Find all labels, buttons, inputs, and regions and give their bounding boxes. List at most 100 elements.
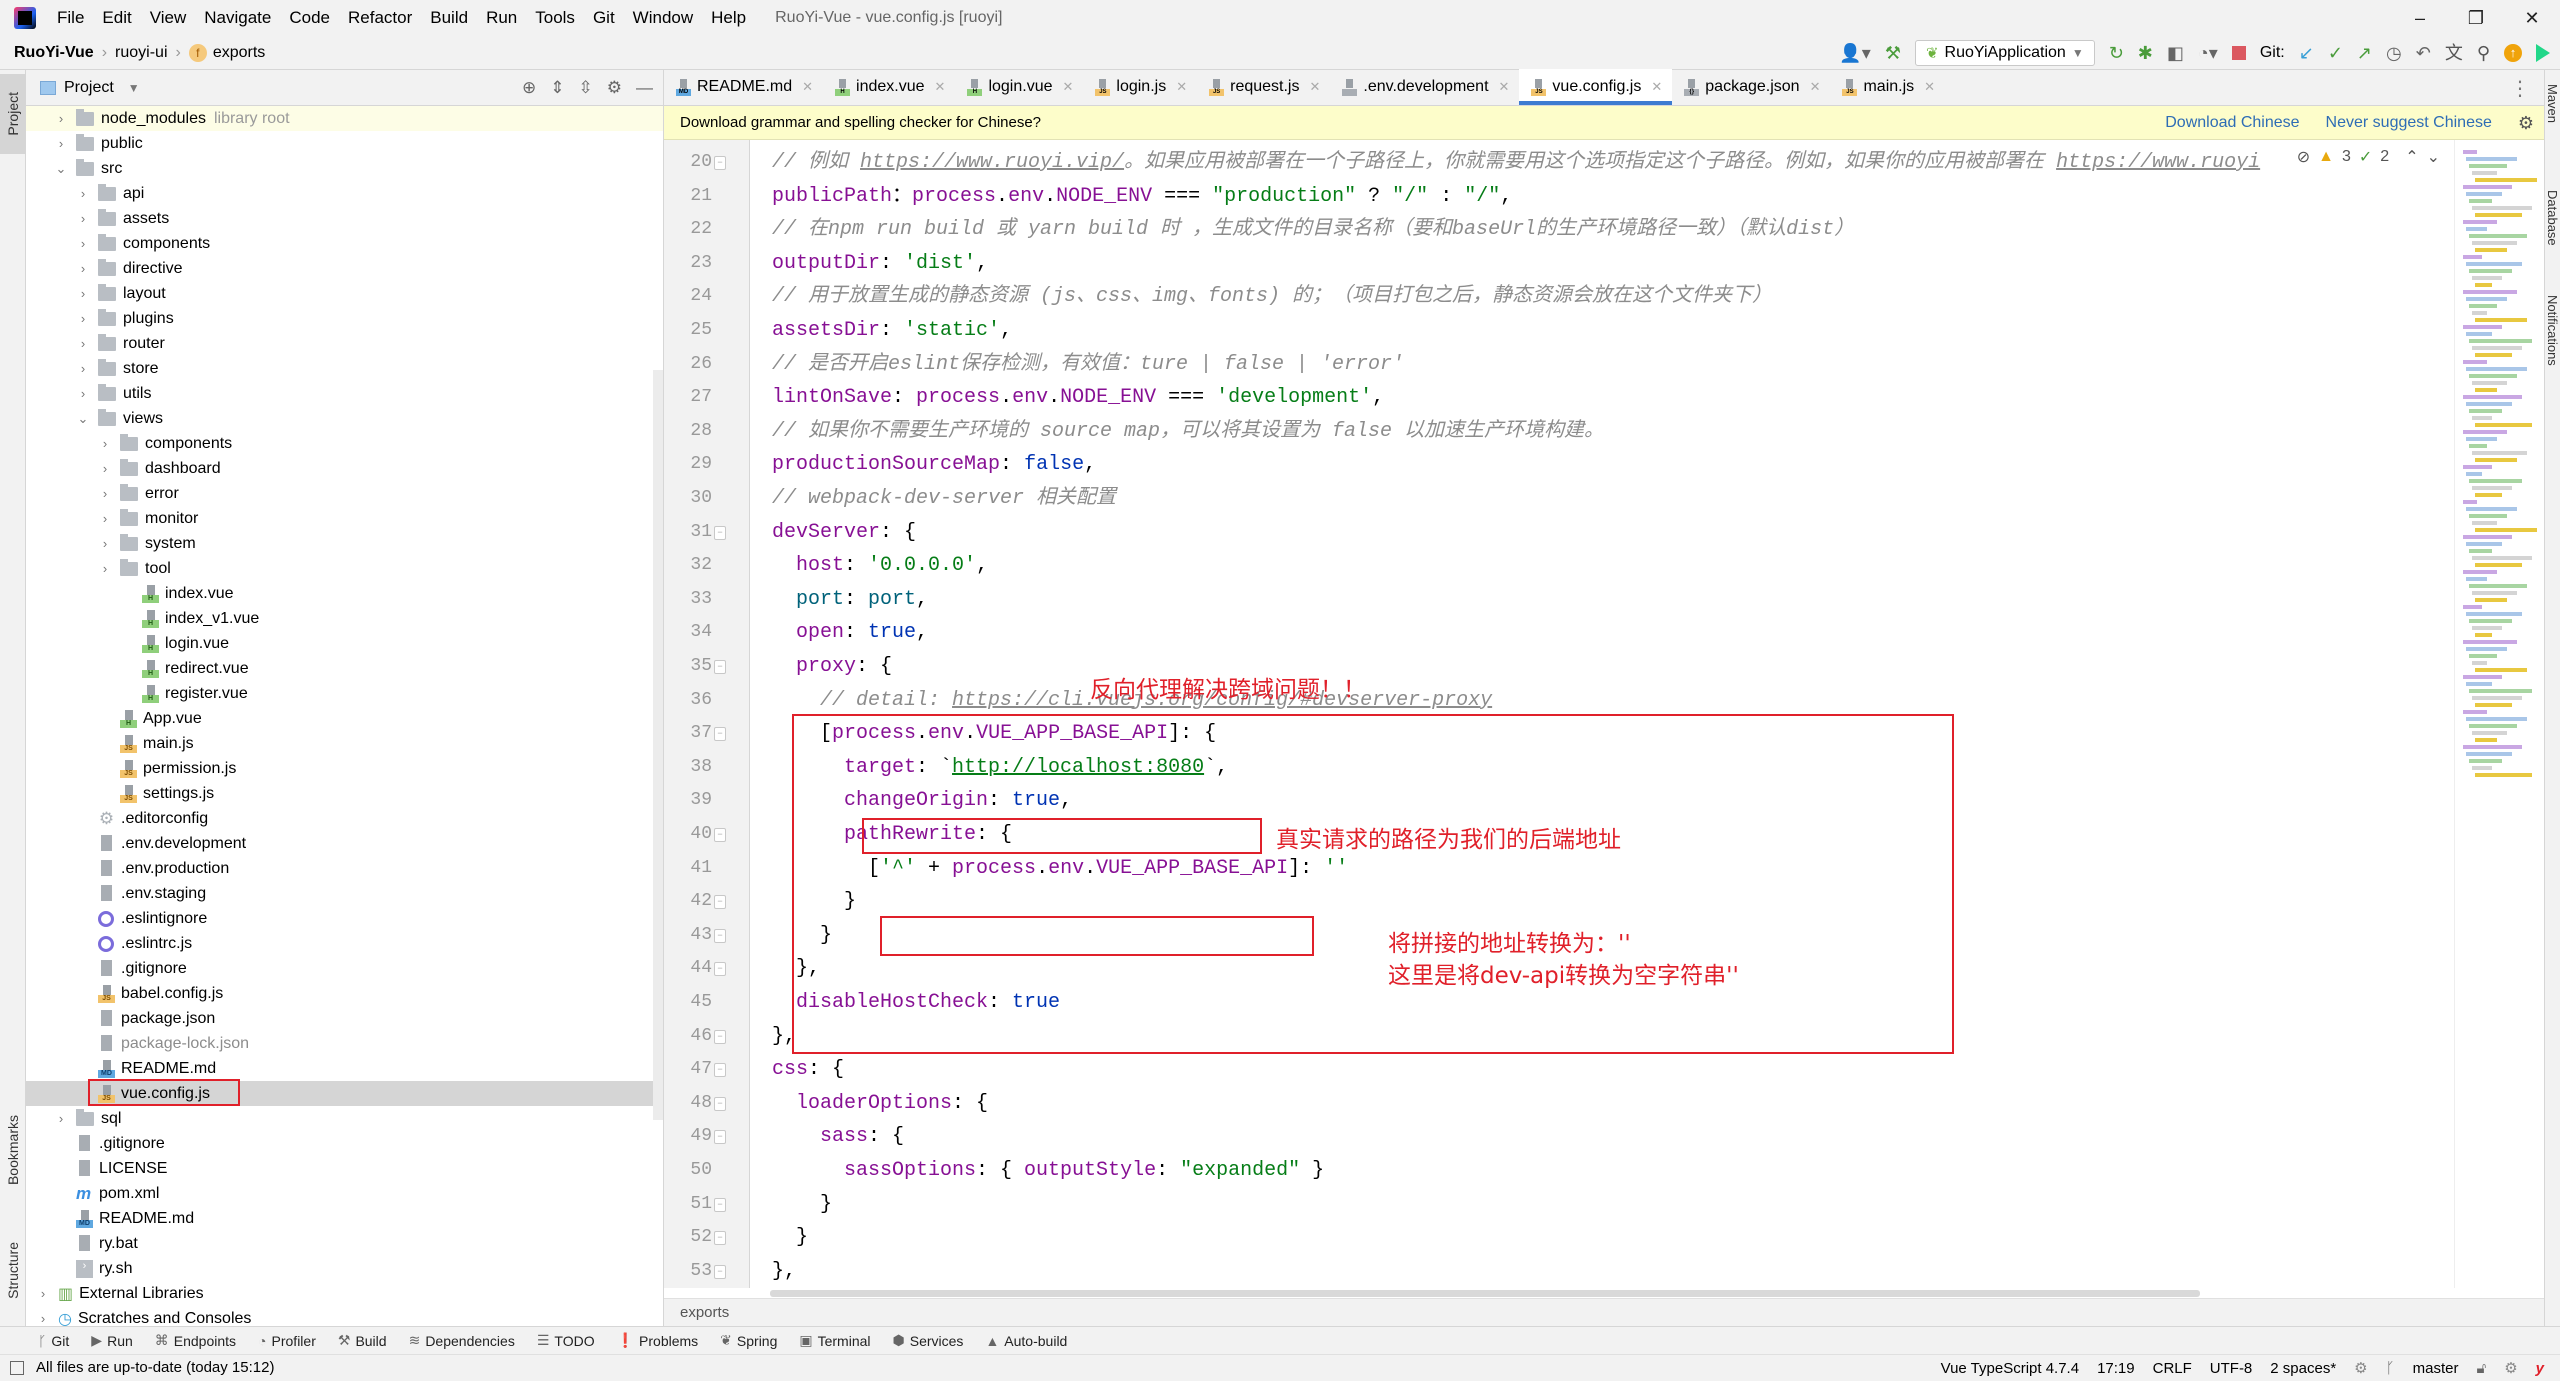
notice-settings-gear-icon[interactable]: ⚙ [2518,113,2534,134]
chevron-right-icon[interactable]: › [98,486,112,501]
editor-tab[interactable]: Hlogin.vue ✕ [955,69,1083,105]
editor-tab[interactable]: Hindex.vue ✕ [823,69,955,105]
fold-marker-icon[interactable]: − [714,1063,726,1078]
close-window-button[interactable]: ✕ [2504,0,2560,36]
close-tab-icon[interactable]: ✕ [1924,79,1935,95]
language-service[interactable]: Vue TypeScript 4.7.4 [1941,1360,2079,1377]
git-push-icon[interactable]: ↗ [2357,44,2372,62]
tree-item[interactable]: › tool [26,556,663,581]
breadcrumb-project[interactable]: RuoYi-Vue [14,44,94,62]
tree-item[interactable]: JS permission.js [26,756,663,781]
notifications-tool-tab[interactable]: Notifications [2545,295,2560,371]
chevron-down-icon[interactable]: ⌄ [76,411,90,427]
tree-item[interactable]: Hredirect.vue [26,656,663,681]
expand-all-icon[interactable]: ⇕ [550,78,564,98]
tree-item[interactable]: JS vue.config.js [26,1081,663,1106]
user-icon[interactable]: 👤▾ [1839,44,1870,62]
tree-item[interactable]: JS main.js [26,731,663,756]
tree-item[interactable]: .eslintrc.js [26,931,663,956]
tree-item[interactable]: ⌄ views [26,406,663,431]
tree-item[interactable]: Hindex_v1.vue [26,606,663,631]
git-branch[interactable]: master [2413,1360,2459,1377]
menu-build[interactable]: Build [421,8,477,28]
line-ending[interactable]: CRLF [2153,1360,2192,1377]
tree-item[interactable]: ry.bat [26,1231,663,1256]
tree-item[interactable]: MD README.md [26,1056,663,1081]
menu-code[interactable]: Code [280,8,339,28]
bookmarks-tool-tab[interactable]: Bookmarks [0,1100,26,1200]
tree-item[interactable]: › dashboard [26,456,663,481]
chevron-right-icon[interactable]: › [76,286,90,301]
tool-window-services[interactable]: ⬢ Services [893,1332,964,1349]
chevron-right-icon[interactable]: › [76,211,90,226]
close-tab-icon[interactable]: ✕ [802,79,813,95]
menu-refactor[interactable]: Refactor [339,8,421,28]
fold-marker-icon[interactable]: − [714,525,726,540]
more-tabs-icon[interactable]: ⋮ [2510,70,2530,106]
tree-item[interactable]: H App.vue [26,706,663,731]
breadcrumb-symbol[interactable]: exports [213,44,265,62]
git-commit-icon[interactable]: ✓ [2328,44,2343,62]
fold-marker-icon[interactable]: − [714,156,726,170]
hide-panel-icon[interactable]: — [636,78,653,98]
chevron-right-icon[interactable]: › [98,461,112,476]
tree-item[interactable]: › monitor [26,506,663,531]
breadcrumb-module[interactable]: ruoyi-ui [115,44,167,62]
tree-item[interactable]: ⌄ src [26,156,663,181]
close-tab-icon[interactable]: ✕ [1176,79,1187,95]
tree-item[interactable]: .gitignore [26,1131,663,1156]
menu-window[interactable]: Window [624,8,702,28]
tree-item[interactable]: › plugins [26,306,663,331]
chevron-right-icon[interactable]: › [54,136,68,151]
close-tab-icon[interactable]: ✕ [1309,79,1320,95]
editor-tab[interactable]: JS vue.config.js ✕ [1519,69,1673,105]
tool-window-run[interactable]: ▶ Run [91,1332,132,1349]
never-suggest-link[interactable]: Never suggest Chinese [2326,114,2492,132]
locate-file-icon[interactable]: ⊕ [522,78,536,98]
tree-item[interactable]: › error [26,481,663,506]
fold-marker-icon[interactable]: − [714,1264,726,1279]
search-icon[interactable]: ⚲ [2477,44,2490,62]
caret-position[interactable]: 17:19 [2097,1360,2135,1377]
tree-item[interactable]: ⚙ .editorconfig [26,806,663,831]
chevron-right-icon[interactable]: › [98,436,112,451]
rerun-icon[interactable]: ↻ [2109,44,2124,62]
chevron-right-icon[interactable]: › [36,1311,50,1326]
tree-item[interactable]: › sql [26,1106,663,1131]
close-tab-icon[interactable]: ✕ [1651,79,1662,95]
history-icon[interactable]: ◷ [2386,44,2402,62]
menu-tools[interactable]: Tools [526,8,584,28]
intellij-logo-icon[interactable] [14,7,36,29]
tool-window-dependencies[interactable]: ≋ Dependencies [409,1332,515,1349]
update-icon[interactable]: ↑ [2504,44,2522,62]
tree-item[interactable]: › store [26,356,663,381]
chevron-right-icon[interactable]: › [76,386,90,401]
project-tool-tab[interactable]: Project [0,74,26,154]
chevron-right-icon[interactable]: › [36,1286,50,1301]
tree-item[interactable]: Hlogin.vue [26,631,663,656]
debug-icon[interactable]: ✱ [2138,44,2153,62]
menu-file[interactable]: File [48,8,93,28]
tool-window-build[interactable]: ⚒ Build [338,1332,387,1349]
chevron-right-icon[interactable]: › [54,1111,68,1126]
chevron-right-icon[interactable]: › [98,511,112,526]
chevron-right-icon[interactable]: › [76,361,90,376]
coverage-icon[interactable]: ◧ [2167,44,2184,62]
tree-item[interactable]: .env.production [26,856,663,881]
status-message[interactable]: All files are up-to-date (today 15:12) [36,1359,274,1376]
fold-marker-icon[interactable]: − [714,828,726,842]
tree-item[interactable]: JS settings.js [26,781,663,806]
tree-item[interactable]: JS babel.config.js [26,981,663,1006]
fold-marker-icon[interactable]: − [714,1029,726,1044]
fold-marker-icon[interactable]: − [714,895,726,910]
editor-tab[interactable]: JS login.js ✕ [1083,69,1197,105]
project-scrollbar[interactable] [653,370,663,1120]
tool-window-problems[interactable]: ❗ Problems [617,1332,699,1349]
tree-item[interactable]: › node_modules library root [26,106,663,131]
fold-marker-icon[interactable]: − [714,1197,726,1212]
tree-item[interactable]: › components [26,431,663,456]
tree-item[interactable]: › public [26,131,663,156]
tree-item[interactable]: › ry.sh [26,1256,663,1281]
fold-marker-icon[interactable]: − [714,928,726,943]
tool-window-git[interactable]: ᚴ Git [38,1333,69,1349]
